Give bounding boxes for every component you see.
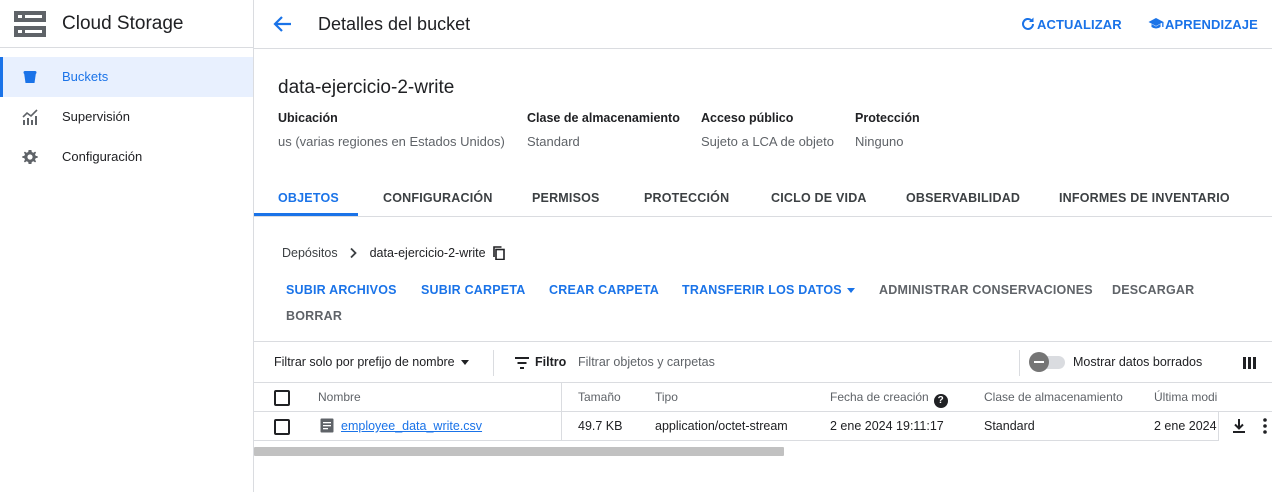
info-storage-class: Clase de almacenamiento Standard: [527, 111, 680, 149]
help-icon[interactable]: ?: [933, 394, 948, 408]
sidebar-item-monitoring[interactable]: Supervisión: [0, 97, 253, 137]
breadcrumb-root-link[interactable]: Depósitos: [282, 246, 338, 260]
info-label: Clase de almacenamiento: [527, 111, 680, 125]
upload-folder-button[interactable]: SUBIR CARPETA: [421, 283, 525, 297]
sidebar-item-label: Configuración: [62, 149, 143, 164]
manage-holds-button[interactable]: ADMINISTRAR CONSERVACIONES: [879, 283, 1093, 297]
tab-protection[interactable]: PROTECCIÓN: [644, 191, 729, 205]
column-header-last-modified[interactable]: Última modi: [1154, 390, 1217, 404]
filter-input[interactable]: [578, 351, 998, 373]
refresh-label: ACTUALIZAR: [1037, 16, 1122, 32]
copy-icon[interactable]: [492, 246, 506, 260]
transfer-data-button[interactable]: TRANSFERIR LOS DATOS: [682, 283, 855, 297]
storage-product-icon: [14, 11, 46, 37]
info-value: Ninguno: [855, 134, 904, 149]
row-actions: [1218, 412, 1272, 441]
product-title: Cloud Storage: [62, 13, 184, 34]
download-icon[interactable]: [1231, 418, 1247, 434]
dropdown-caret-icon: [846, 288, 855, 294]
cell-type: application/octet-stream: [655, 419, 788, 433]
tab-lifecycle[interactable]: CICLO DE VIDA: [771, 191, 867, 205]
info-public-access: Acceso público Sujeto a LCA de objeto: [701, 111, 834, 149]
divider: [1019, 350, 1020, 376]
download-button[interactable]: DESCARGAR: [1112, 283, 1194, 297]
page-header: Detalles del bucket ACTUALIZAR APRENDIZA…: [254, 0, 1272, 49]
tab-configuration[interactable]: CONFIGURACIÓN: [383, 191, 493, 205]
transfer-data-label: TRANSFERIR LOS DATOS: [682, 283, 842, 297]
chevron-right-icon: [349, 247, 357, 259]
sidebar-item-label: Buckets: [62, 69, 109, 84]
tab-permissions[interactable]: PERMISOS: [532, 191, 600, 205]
breadcrumb: Depósitos data-ejercicio-2-write: [282, 246, 506, 260]
cloud-storage-app: Cloud Storage Buckets Supervisión Config…: [0, 0, 1272, 492]
show-deleted-label: Mostrar datos borrados: [1073, 355, 1203, 369]
bucket-name: data-ejercicio-2-write: [278, 77, 455, 98]
bucket-icon: [23, 71, 37, 83]
prefix-filter-label: Filtrar solo por prefijo de nombre: [274, 355, 455, 369]
cell-size: 49.7 KB: [578, 419, 623, 433]
row-checkbox[interactable]: [274, 419, 290, 435]
sidebar-item-label: Supervisión: [62, 109, 130, 124]
toggle-knob: [1029, 352, 1049, 372]
table-row: employee_data_write.csv 49.7 KB applicat…: [254, 412, 1272, 441]
column-header-type[interactable]: Tipo: [655, 390, 678, 404]
info-value: us (varias regiones en Estados Unidos): [278, 134, 505, 149]
info-label: Acceso público: [701, 111, 794, 125]
gear-icon: [22, 150, 38, 164]
back-arrow-icon[interactable]: [272, 13, 294, 35]
column-header-size[interactable]: Tamaño: [578, 390, 621, 404]
info-value: Sujeto a LCA de objeto: [701, 134, 834, 149]
file-document-icon: [320, 418, 334, 433]
create-folder-button[interactable]: CREAR CARPETA: [549, 283, 659, 297]
sidebar-item-settings[interactable]: Configuración: [0, 137, 253, 177]
select-all-checkbox[interactable]: [274, 390, 290, 406]
tab-inventory-reports[interactable]: INFORMES DE INVENTARIO: [1059, 191, 1230, 205]
delete-button[interactable]: BORRAR: [286, 309, 342, 323]
cell-created: 2 ene 2024 19:11:17: [830, 419, 944, 433]
show-deleted-toggle[interactable]: [1029, 351, 1065, 373]
horizontal-scrollbar[interactable]: [254, 447, 784, 456]
active-tab-indicator: [254, 213, 358, 216]
table-header: Nombre Tamaño Tipo Fecha de creación? Cl…: [254, 383, 1272, 441]
filter-list-icon: [515, 357, 529, 369]
divider: [493, 350, 494, 376]
tab-objects[interactable]: OBJETOS: [278, 191, 339, 205]
cell-storage-class: Standard: [984, 419, 1035, 433]
column-header-name[interactable]: Nombre: [318, 390, 361, 404]
column-display-icon[interactable]: [1243, 356, 1257, 370]
file-name-link[interactable]: employee_data_write.csv: [341, 419, 482, 433]
refresh-icon: [1022, 17, 1034, 30]
monitoring-chart-icon: [22, 109, 38, 125]
upload-files-button[interactable]: SUBIR ARCHIVOS: [286, 283, 397, 297]
dropdown-caret-icon: [460, 359, 469, 365]
refresh-button[interactable]: ACTUALIZAR: [1020, 16, 1122, 32]
learn-label: APRENDIZAJE: [1165, 16, 1258, 32]
more-vert-icon[interactable]: [1263, 418, 1267, 434]
tab-bar: OBJETOS CONFIGURACIÓN PERMISOS PROTECCIÓ…: [254, 180, 1272, 217]
info-label: Protección: [855, 111, 920, 125]
filter-label: Filtro: [535, 355, 567, 369]
sidebar-item-buckets[interactable]: Buckets: [0, 57, 253, 97]
cell-last-modified: 2 ene 2024: [1154, 419, 1217, 433]
sidebar: Cloud Storage Buckets Supervisión Config…: [0, 0, 254, 492]
filter-bar: Filtrar solo por prefijo de nombre Filtr…: [254, 341, 1272, 383]
tab-observability[interactable]: OBSERVABILIDAD: [906, 191, 1020, 205]
info-protection: Protección Ninguno: [855, 111, 920, 149]
prefix-filter-select[interactable]: Filtrar solo por prefijo de nombre: [274, 355, 469, 369]
info-location: Ubicación us (varias regiones en Estados…: [278, 111, 505, 149]
learn-button[interactable]: APRENDIZAJE: [1148, 16, 1258, 32]
info-value: Standard: [527, 134, 580, 149]
page-title: Detalles del bucket: [318, 14, 471, 34]
breadcrumb-current: data-ejercicio-2-write: [369, 246, 486, 260]
column-header-created-label: Fecha de creación: [830, 390, 929, 404]
column-header-created[interactable]: Fecha de creación?: [830, 390, 948, 408]
column-header-storage-class[interactable]: Clase de almacenamiento: [984, 390, 1123, 404]
school-cap-icon: [1148, 18, 1164, 29]
info-label: Ubicación: [278, 111, 338, 125]
sidebar-header: Cloud Storage: [0, 0, 253, 48]
